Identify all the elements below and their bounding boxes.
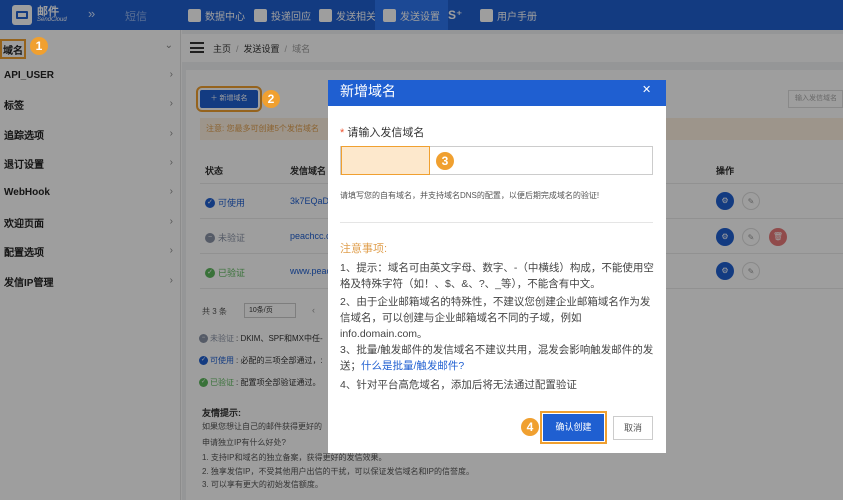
confirm-create-button[interactable]: 确认创建	[540, 411, 607, 444]
notice-item: 4、针对平台高危域名，添加后将无法通过配置验证	[340, 379, 577, 391]
notice-item: 3、批量/触发邮件的发信域名不建议共用，混发会影响触发邮件的发送；什么是批量/触…	[340, 344, 654, 372]
step-badge: 4	[521, 418, 539, 436]
divider	[340, 222, 653, 223]
domain-input-highlight[interactable]	[341, 146, 430, 175]
step-badge: 3	[436, 152, 454, 170]
dialog-title: 新增域名	[328, 80, 666, 106]
domain-hint: 请填写您的自有域名，并支持域名DNS的配置，以便后期完成域名的验证!	[340, 191, 600, 200]
notice-item: 2、由于企业邮箱域名的特殊性，不建议您创建企业邮箱域名作为发信域名，可以创建与企…	[340, 296, 651, 340]
batch-trigger-help-link[interactable]: 什么是批量/触发邮件?	[361, 360, 464, 372]
step-badge: 1	[30, 37, 48, 55]
cancel-button[interactable]: 取消	[613, 416, 653, 440]
close-icon[interactable]: ✕	[642, 83, 651, 96]
notice-title: 注意事项:	[340, 243, 388, 255]
notice-item: 1、提示：域名可由英文字母、数字、-（中横线）构成，不能使用空格及特殊字符（如！…	[340, 262, 654, 290]
step-badge: 2	[262, 90, 280, 108]
domain-field-label: * 请输入发信域名	[340, 127, 425, 139]
